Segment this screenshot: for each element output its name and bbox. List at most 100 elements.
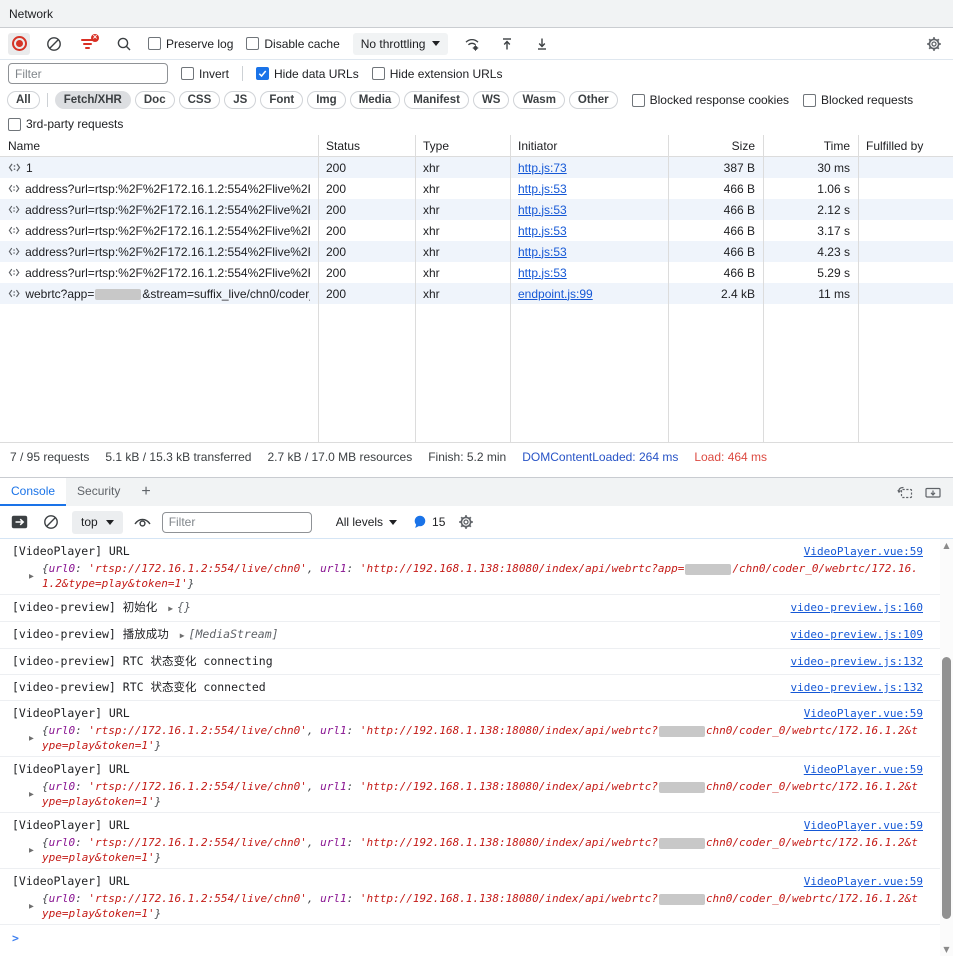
invert-checkbox[interactable]: Invert [181,67,229,81]
resource-pill-doc[interactable]: Doc [135,91,175,109]
console-prompt[interactable]: > [0,925,953,951]
column-header-name[interactable]: Name [0,139,318,153]
throttling-dropdown[interactable]: No throttling [353,33,449,55]
resource-pill-css[interactable]: CSS [179,91,221,109]
column-header-size[interactable]: Size [668,139,763,153]
resource-pill-media[interactable]: Media [350,91,401,109]
source-link[interactable]: VideoPlayer.vue:59 [804,705,923,723]
console-message-text: [video-preview] RTC 状态变化 connecting [12,652,273,671]
source-link[interactable]: VideoPlayer.vue:59 [804,543,923,561]
request-name: address?url=rtsp:%2F%2F172.16.1.2:554%2F… [25,266,310,280]
scrollbar-thumb[interactable] [942,657,951,919]
size-cell: 466 B [668,245,763,259]
disable-cache-checkbox[interactable]: Disable cache [246,37,339,51]
source-link[interactable]: VideoPlayer.vue:59 [804,761,923,779]
expand-toggle-icon[interactable]: ▶ [29,787,34,802]
expand-toggle-icon[interactable]: ▶ [29,731,34,746]
resource-pill-font[interactable]: Font [260,91,303,109]
scroll-down-icon[interactable]: ▼ [940,945,953,954]
console-sidebar-button[interactable] [8,511,30,533]
column-header-status[interactable]: Status [318,139,415,153]
column-header-time[interactable]: Time [763,139,858,153]
initiator-link[interactable]: endpoint.js:99 [518,287,593,301]
network-toolbar: ✕ Preserve log Disable cache No throttli… [0,28,953,60]
expand-toggle-icon[interactable]: ▶ [164,604,177,613]
table-row[interactable]: 1200xhrhttp.js:73387 B30 ms [0,157,953,178]
panel-expand-icon[interactable] [925,485,941,499]
console-text-segment: [video-preview] RTC 状态变化 connected [12,680,266,694]
initiator-link[interactable]: http.js:53 [518,203,567,217]
third-party-checkbox[interactable]: 3rd-party requests [8,117,123,131]
drawer-tab-security[interactable]: Security [66,478,131,506]
filter-button[interactable]: ✕ [78,33,100,55]
expand-toggle-icon[interactable]: ▶ [29,569,34,584]
hide-extension-urls-checkbox[interactable]: Hide extension URLs [372,67,503,81]
console-text-segment: : [347,892,360,905]
initiator-link[interactable]: http.js:53 [518,182,567,196]
resource-pill-fetch-xhr[interactable]: Fetch/XHR [55,91,131,109]
initiator-link[interactable]: http.js:73 [518,161,567,175]
resource-pill-img[interactable]: Img [307,91,345,109]
source-link[interactable]: video-preview.js:132 [791,678,923,697]
status-cell: 200 [318,245,415,259]
table-row[interactable]: address?url=rtsp:%2F%2F172.16.1.2:554%2F… [0,241,953,262]
drawer-tab-console[interactable]: Console [0,478,66,506]
resource-pill-all[interactable]: All [7,91,40,109]
table-row[interactable]: address?url=rtsp:%2F%2F172.16.1.2:554%2F… [0,262,953,283]
column-header-fulfilled-by[interactable]: Fulfilled by [858,139,953,153]
initiator-link[interactable]: http.js:53 [518,266,567,280]
console-message-title: [VideoPlayer] URL [12,760,130,778]
console-text-segment: , [307,892,320,905]
scrollbar[interactable]: ▲ ▼ [940,539,953,956]
hide-data-urls-checkbox[interactable]: Hide data URLs [256,67,359,81]
clear-button[interactable] [43,33,65,55]
clear-console-button[interactable] [40,511,62,533]
export-har-button[interactable] [531,33,553,55]
resource-type-row: All Fetch/XHRDocCSSJSFontImg MediaManifest… [0,87,953,113]
table-row[interactable]: webrtc?app=&stream=suffix_live/chn0/code… [0,283,953,304]
record-button[interactable] [8,33,30,55]
console-filter-input[interactable] [162,512,312,533]
table-row[interactable]: address?url=rtsp:%2F%2F172.16.1.2:554%2F… [0,199,953,220]
log-levels-dropdown[interactable]: All levels [336,515,397,529]
add-tab-button[interactable]: + [131,478,160,506]
console-settings-button[interactable] [455,511,477,533]
column-header-initiator[interactable]: Initiator [510,139,668,153]
resource-pill-js[interactable]: JS [224,91,256,109]
expand-toggle-icon[interactable]: ▶ [29,899,34,914]
table-row[interactable]: address?url=rtsp:%2F%2F172.16.1.2:554%2F… [0,220,953,241]
issues-counter[interactable]: 15 [413,515,445,529]
resource-pill-ws[interactable]: WS [473,91,510,109]
live-expression-eye-icon[interactable] [133,516,152,529]
scroll-up-icon[interactable]: ▲ [940,541,953,550]
settings-button[interactable] [923,33,945,55]
search-button[interactable] [113,33,135,55]
initiator-link[interactable]: http.js:53 [518,245,567,259]
preserve-log-checkbox[interactable]: Preserve log [148,37,233,51]
source-link[interactable]: video-preview.js:132 [791,652,923,671]
network-conditions-button[interactable] [461,33,483,55]
request-name-cell: address?url=rtsp:%2F%2F172.16.1.2:554%2F… [0,224,318,238]
import-har-button[interactable] [496,33,518,55]
source-link[interactable]: video-preview.js:160 [791,598,923,617]
resource-pill-wasm[interactable]: Wasm [513,91,564,109]
expand-toggle-icon[interactable]: ▶ [29,843,34,858]
panel-move-icon[interactable] [896,485,913,499]
source-link[interactable]: video-preview.js:109 [791,625,923,644]
source-link[interactable]: VideoPlayer.vue:59 [804,817,923,835]
panel-title[interactable]: Network [9,7,53,21]
network-filter-input[interactable] [8,63,168,84]
blocked-response-cookies-checkbox[interactable]: Blocked response cookies [632,93,789,107]
resource-pill-other[interactable]: Other [569,91,618,109]
blocked-requests-checkbox[interactable]: Blocked requests [803,93,913,107]
wifi-gear-icon [464,36,480,52]
initiator-link[interactable]: http.js:53 [518,224,567,238]
source-link[interactable]: VideoPlayer.vue:59 [804,873,923,891]
redacted-value [659,894,705,905]
context-selector[interactable]: top [72,511,123,534]
console-text-segment: : [75,562,88,575]
table-row[interactable]: address?url=rtsp:%2F%2F172.16.1.2:554%2F… [0,178,953,199]
resource-pill-manifest[interactable]: Manifest [404,91,469,109]
expand-toggle-icon[interactable]: ▶ [176,631,189,640]
column-header-type[interactable]: Type [415,139,510,153]
